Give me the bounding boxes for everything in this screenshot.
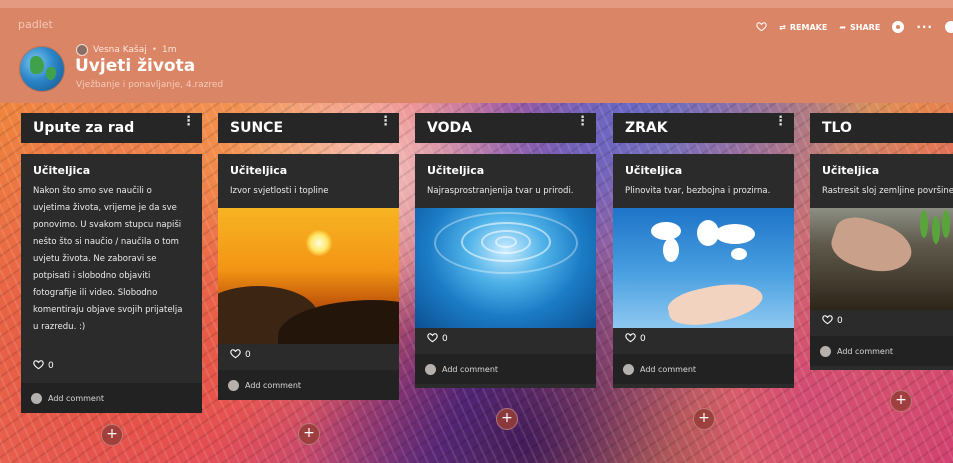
add-post-button[interactable]: + (693, 408, 715, 430)
add-post-button[interactable]: + (298, 423, 320, 445)
hand-image (826, 210, 918, 282)
add-comment-label: Add comment (640, 364, 697, 374)
water-drop-image[interactable] (415, 208, 596, 328)
add-comment-bar[interactable]: Add comment (218, 370, 399, 400)
heart-icon (33, 359, 44, 373)
post-card[interactable]: Učiteljica Izvor svjetlosti i topline 0 … (218, 154, 399, 400)
post-card[interactable]: Učiteljica Najrasprostranjenija tvar u p… (415, 154, 596, 388)
column-header-zrak[interactable]: ZRAK ⋮ (613, 113, 794, 143)
like-button[interactable]: 0 (613, 328, 794, 350)
heart-icon (230, 348, 241, 362)
heart-icon (625, 332, 636, 346)
column-header-sunce[interactable]: SUNCE ⋮ (218, 113, 399, 143)
add-comment-label: Add comment (48, 393, 105, 403)
post-author: Učiteljica (33, 164, 91, 177)
add-comment-label: Add comment (837, 346, 894, 356)
post-card[interactable]: Učiteljica Nakon što smo sve naučili o u… (21, 154, 202, 413)
separator-dot: • (151, 45, 158, 55)
kebab-menu-icon[interactable]: ⋮ (576, 115, 589, 128)
remake-button[interactable]: ⇄ REMAKE (779, 23, 827, 32)
column-title: VODA (427, 120, 472, 136)
add-comment-label: Add comment (442, 364, 499, 374)
add-comment-bar[interactable]: Add comment (613, 354, 794, 384)
author-row: Vesna Kašaj • 1m (76, 44, 177, 56)
avatar (623, 363, 634, 375)
like-count: 0 (245, 350, 251, 360)
globe-icon (20, 47, 64, 91)
avatar (76, 44, 88, 56)
padlet-header: padlet Vesna Kašaj • 1m Uvjeti života Vj… (0, 0, 953, 103)
avatar (31, 392, 42, 404)
post-author: Učiteljica (230, 164, 288, 177)
like-button[interactable]: 0 (218, 344, 399, 366)
avatar (228, 379, 239, 391)
like-count: 0 (442, 334, 448, 344)
author-name: Vesna Kašaj (93, 45, 147, 55)
heart-icon (427, 332, 438, 346)
kebab-menu-icon[interactable]: ⋮ (182, 115, 195, 128)
avatar (425, 363, 436, 375)
more-icon[interactable]: ··· (916, 20, 933, 34)
page-title: Uvjeti života (75, 56, 196, 76)
kebab-menu-icon[interactable]: ⋮ (379, 115, 392, 128)
kebab-menu-icon[interactable]: ⋮ (774, 115, 787, 128)
like-count: 0 (640, 334, 646, 344)
cloud-world-map-image[interactable] (613, 208, 794, 328)
share-icon: ➦ (839, 22, 847, 32)
avatar (820, 345, 831, 357)
post-card[interactable]: Učiteljica Plinovita tvar, bezbojna i pr… (613, 154, 794, 388)
column-title: SUNCE (230, 120, 284, 136)
column-title: TLO (822, 120, 852, 136)
share-label: SHARE (850, 22, 881, 32)
like-button[interactable]: 0 (415, 328, 596, 350)
post-body: Najrasprostranjenija tvar u prirodi. (427, 186, 574, 196)
post-body: Plinovita tvar, bezbojna i prozirna. (625, 186, 771, 196)
profile-icon[interactable] (945, 21, 953, 33)
add-comment-bar[interactable]: Add comment (415, 354, 596, 384)
add-post-button[interactable]: + (890, 390, 912, 412)
heart-icon[interactable] (756, 21, 767, 34)
post-card[interactable]: Učiteljica Rastresit sloj zemljine površ… (810, 154, 953, 370)
hands-in-soil-image[interactable] (810, 208, 953, 310)
post-author: Učiteljica (427, 164, 485, 177)
timestamp: 1m (162, 45, 177, 55)
like-count: 0 (837, 316, 843, 326)
add-comment-bar[interactable]: Add comment (21, 383, 202, 413)
padlet-wall: Upute za rad ⋮ Učiteljica Nakon što smo … (0, 103, 953, 463)
heart-icon (822, 314, 833, 328)
post-body: Nakon što smo sve naučili o uvjetima živ… (33, 186, 183, 332)
post-author: Učiteljica (625, 164, 683, 177)
column-title: Upute za rad (33, 120, 135, 136)
padlet-logo[interactable]: padlet (18, 18, 53, 31)
add-comment-bar[interactable]: Add comment (810, 336, 953, 366)
column-header-upute[interactable]: Upute za rad ⋮ (21, 113, 202, 143)
add-post-button[interactable]: + (496, 408, 518, 430)
post-body: Izvor svjetlosti i topline (230, 186, 329, 196)
sunset-image[interactable] (218, 208, 399, 344)
page-subtitle: Vježbanje i ponavljanje, 4.razred (76, 80, 224, 90)
column-header-tlo[interactable]: TLO (810, 113, 953, 143)
add-post-button[interactable]: + (101, 424, 123, 446)
gear-icon[interactable] (892, 21, 905, 33)
hand-image (665, 276, 766, 328)
column-header-voda[interactable]: VODA ⋮ (415, 113, 596, 143)
post-body: Rastresit sloj zemljine površine (822, 186, 953, 196)
header-actions: ⇄ REMAKE ➦ SHARE ··· (756, 20, 953, 34)
like-count: 0 (48, 361, 54, 371)
like-button[interactable]: 0 (21, 355, 202, 377)
like-button[interactable]: 0 (810, 310, 953, 332)
top-strip (0, 0, 953, 8)
share-button[interactable]: ➦ SHARE (839, 23, 880, 32)
remake-icon: ⇄ (779, 22, 786, 32)
column-title: ZRAK (625, 120, 668, 136)
add-comment-label: Add comment (245, 380, 302, 390)
post-author: Učiteljica (822, 164, 880, 177)
remake-label: REMAKE (789, 22, 828, 32)
